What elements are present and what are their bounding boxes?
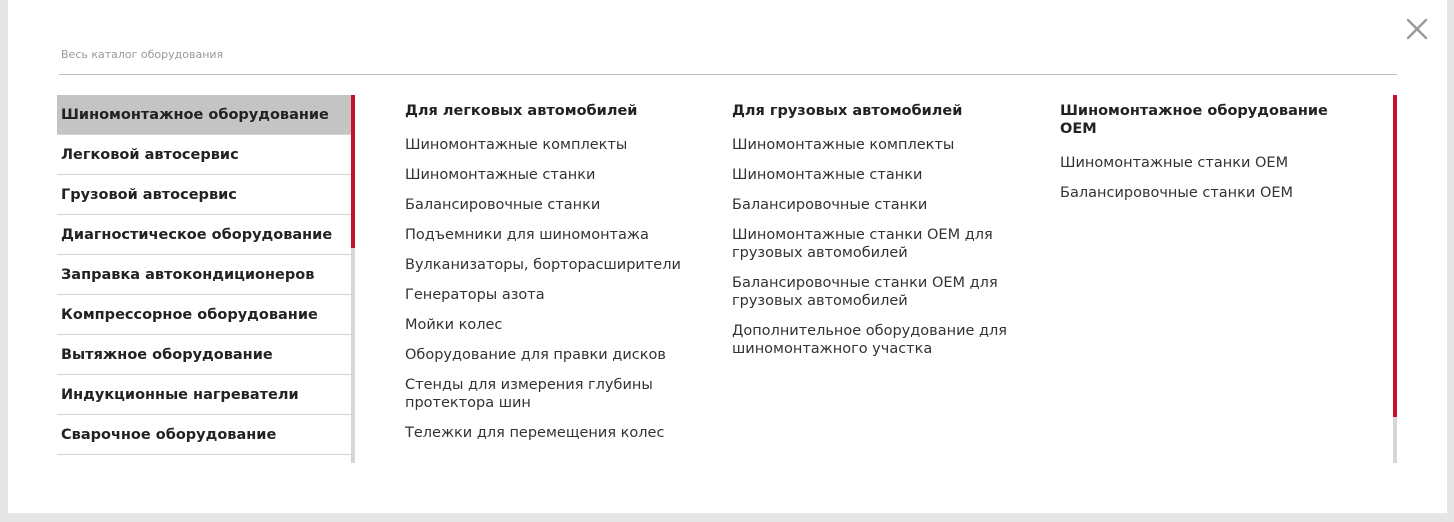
- category-item-induction-heaters[interactable]: Индукционные нагреватели: [57, 375, 351, 415]
- category-scrollbar-thumb[interactable]: [351, 95, 355, 248]
- category-item-ac-refill[interactable]: Заправка автокондиционеров: [57, 255, 351, 295]
- close-icon: [1406, 18, 1428, 40]
- category-item-exhaust[interactable]: Вытяжное оборудование: [57, 335, 351, 375]
- subcategory-column-trucks: Для грузовых автомобилей Шиномонтажные к…: [732, 102, 1022, 370]
- all-catalog-link[interactable]: Весь каталог оборудования: [61, 48, 223, 61]
- subcategory-link[interactable]: Генераторы азота: [405, 286, 695, 304]
- category-item-welding[interactable]: Сварочное оборудование: [57, 415, 351, 455]
- category-item-truck-service[interactable]: Грузовой автосервис: [57, 175, 351, 215]
- category-list: Шиномонтажное оборудование Легковой авто…: [57, 95, 351, 455]
- subcategory-link[interactable]: Оборудование для правки дисков: [405, 346, 695, 364]
- content-scrollbar[interactable]: [1393, 95, 1397, 463]
- catalog-menu-modal: Весь каталог оборудования Шиномонтажное …: [8, 0, 1447, 513]
- header-divider: [59, 74, 1397, 75]
- subcategory-link[interactable]: Шиномонтажные станки OEM: [1060, 154, 1350, 172]
- subcategory-link[interactable]: Шиномонтажные комплекты: [732, 136, 1022, 154]
- subcategory-link[interactable]: Стенды для измерения глубины протектора …: [405, 376, 665, 412]
- category-item-car-service[interactable]: Легковой автосервис: [57, 135, 351, 175]
- subcategory-link[interactable]: Дополнительное оборудование для шиномонт…: [732, 322, 1017, 358]
- subcategory-link[interactable]: Шиномонтажные станки OEM для грузовых ав…: [732, 226, 1017, 262]
- subcategory-link[interactable]: Подъемники для шиномонтажа: [405, 226, 695, 244]
- subcategory-link[interactable]: Балансировочные станки: [405, 196, 695, 214]
- subcategory-link[interactable]: Шиномонтажные станки: [732, 166, 1022, 184]
- column-title: Для грузовых автомобилей: [732, 103, 963, 119]
- close-button[interactable]: [1406, 18, 1428, 40]
- subcategory-link[interactable]: Мойки колес: [405, 316, 695, 334]
- category-item-diagnostic[interactable]: Диагностическое оборудование: [57, 215, 351, 255]
- column-title: Шиномонтажное оборудование OEM: [1060, 103, 1328, 137]
- column-title: Для легковых автомобилей: [405, 103, 638, 119]
- category-scrollbar[interactable]: [351, 95, 355, 463]
- subcategory-link[interactable]: Шиномонтажные комплекты: [405, 136, 695, 154]
- subcategory-link[interactable]: Балансировочные станки OEM: [1060, 184, 1350, 202]
- subcategory-column-cars: Для легковых автомобилей Шиномонтажные к…: [405, 102, 695, 454]
- category-item-tire-fitting[interactable]: Шиномонтажное оборудование: [57, 95, 351, 135]
- subcategory-link[interactable]: Тележки для перемещения колес: [405, 424, 695, 442]
- subcategory-link[interactable]: Балансировочные станки OEM для грузовых …: [732, 274, 1017, 310]
- subcategory-column-oem: Шиномонтажное оборудование OEM Шиномонта…: [1060, 102, 1350, 214]
- content-scrollbar-thumb[interactable]: [1393, 95, 1397, 417]
- subcategory-link[interactable]: Вулканизаторы, борторасширители: [405, 256, 695, 274]
- subcategory-link[interactable]: Балансировочные станки: [732, 196, 1022, 214]
- subcategory-link[interactable]: Шиномонтажные станки: [405, 166, 695, 184]
- category-item-compressor[interactable]: Компрессорное оборудование: [57, 295, 351, 335]
